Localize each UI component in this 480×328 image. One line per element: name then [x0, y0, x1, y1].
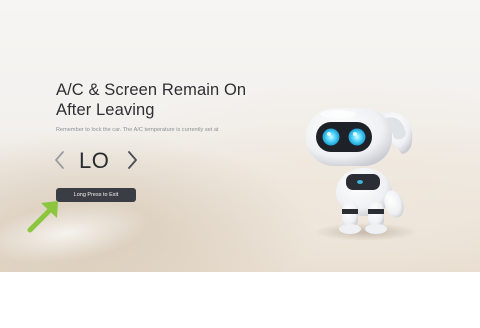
subtitle-text: Remember to lock the car. The A/C temper… — [56, 127, 219, 133]
temperature-selector: LO — [52, 146, 162, 176]
chevron-left-icon[interactable] — [52, 146, 68, 174]
temperature-value: LO — [79, 148, 110, 173]
pointer-arrow-icon — [27, 201, 58, 233]
robot-dog-icon — [306, 108, 418, 241]
chevron-right-icon[interactable] — [124, 146, 140, 174]
page-title: A/C & Screen Remain On After Leaving — [56, 81, 247, 119]
long-press-exit-button[interactable]: Long Press to Exit — [56, 188, 136, 202]
